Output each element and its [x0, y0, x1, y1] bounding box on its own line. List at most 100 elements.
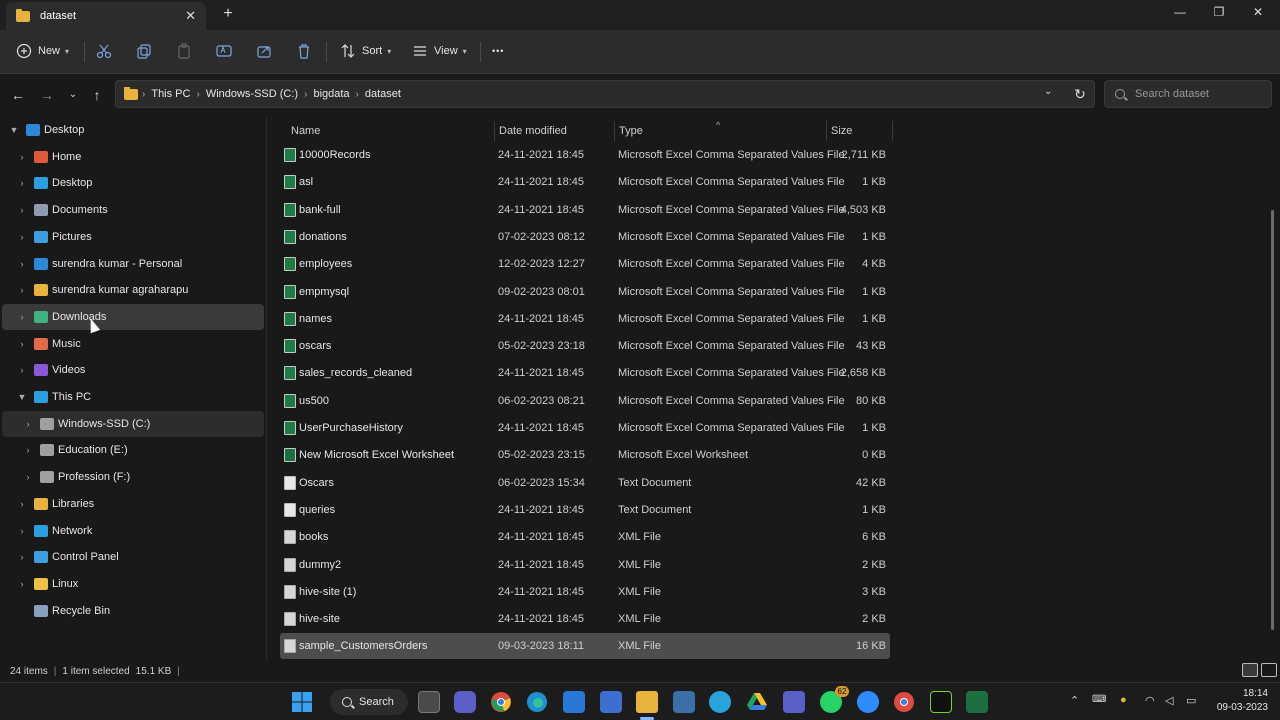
column-header-size[interactable]: Size	[831, 121, 852, 141]
recent-locations-icon[interactable]: ⌄	[64, 86, 82, 104]
battery-icon[interactable]: ▭	[1186, 694, 1196, 707]
rename-icon[interactable]	[215, 42, 233, 60]
chevron-up-icon[interactable]: ⌃	[1070, 694, 1079, 707]
search-input[interactable]	[1135, 88, 1265, 100]
chevron-right-icon[interactable]: ›	[16, 339, 28, 349]
column-divider[interactable]	[614, 121, 615, 141]
tab-close-icon[interactable]: ✕	[185, 8, 196, 24]
google-drive-icon[interactable]	[746, 691, 768, 713]
telegram-icon[interactable]	[709, 691, 731, 713]
file-row[interactable]: books 24-11-2021 18:45 XML File 6 KB	[280, 524, 890, 550]
column-divider[interactable]	[892, 121, 893, 141]
search-box[interactable]	[1104, 80, 1272, 108]
teams-icon[interactable]	[783, 691, 805, 713]
sidebar-item-network[interactable]: › Network	[2, 518, 264, 544]
windows-start-icon[interactable]	[291, 691, 313, 713]
column-divider[interactable]	[494, 121, 495, 141]
file-row[interactable]: UserPurchaseHistory 24-11-2021 18:45 Micro…	[280, 415, 890, 441]
chevron-right-icon[interactable]: ›	[22, 472, 34, 482]
chevron-right-icon[interactable]: ›	[16, 312, 28, 322]
share-icon[interactable]	[255, 42, 273, 60]
view-button[interactable]: View ▾	[412, 40, 467, 62]
breadcrumb-this-pc[interactable]: This PC	[151, 88, 190, 100]
column-header-name[interactable]: Name	[291, 121, 320, 141]
sidebar-item-documents[interactable]: › Documents	[2, 197, 264, 223]
chevron-right-icon[interactable]: ›	[22, 445, 34, 455]
file-row[interactable]: queries 24-11-2021 18:45 Text Document 1 KB	[280, 497, 890, 523]
wifi-icon[interactable]: ◠	[1145, 694, 1155, 707]
chevron-right-icon[interactable]: ›	[16, 285, 28, 295]
cut-icon[interactable]	[95, 42, 113, 60]
paste-icon[interactable]	[175, 42, 193, 60]
more-options-button[interactable]: •••	[492, 40, 504, 62]
tab-dataset[interactable]: dataset ✕	[6, 2, 206, 30]
sidebar-item-profession-f[interactable]: › Profession (F:)	[2, 464, 264, 490]
details-view-icon[interactable]	[1242, 663, 1258, 677]
file-row[interactable]: oscars 05-02-2023 23:18 Microsoft Excel Co…	[280, 333, 890, 359]
file-row[interactable]: 10000Records 24-11-2021 18:45 Microsoft Ex…	[280, 142, 890, 168]
minimize-button[interactable]: —	[1170, 5, 1190, 21]
task-view-icon[interactable]	[418, 691, 440, 713]
sidebar-item-music[interactable]: › Music	[2, 331, 264, 357]
file-row[interactable]: bank-full 24-11-2021 18:45 Microsoft Excel…	[280, 197, 890, 223]
file-row[interactable]: hive-site 24-11-2021 18:45 XML File 2 KB	[280, 606, 890, 632]
app-icon[interactable]	[673, 691, 695, 713]
teams-chat-icon[interactable]	[454, 691, 476, 713]
sidebar-item-linux[interactable]: › Linux	[2, 571, 264, 597]
chevron-right-icon[interactable]: ›	[16, 152, 28, 162]
address-bar[interactable]: › This PC › Windows-SSD (C:) › bigdata ›…	[115, 80, 1095, 108]
chevron-right-icon[interactable]: ›	[16, 499, 28, 509]
file-row[interactable]: sample_CustomersOrders 09-03-2023 18:11 XM…	[280, 633, 890, 660]
new-tab-button[interactable]: +	[220, 6, 236, 22]
breadcrumb-dataset[interactable]: dataset	[365, 88, 401, 100]
chevron-down-icon[interactable]: ▼	[16, 392, 28, 402]
refresh-icon[interactable]: ↻	[1072, 86, 1088, 102]
back-icon[interactable]: ←	[9, 86, 27, 104]
mail-icon[interactable]	[563, 691, 585, 713]
sidebar-item-windows-ssd-c[interactable]: › Windows-SSD (C:)	[2, 410, 264, 437]
file-row[interactable]: hive-site (1) 24-11-2021 18:45 XML File 3 K…	[280, 579, 890, 605]
column-header-type[interactable]: Type	[619, 121, 643, 141]
chevron-right-icon[interactable]: ›	[16, 205, 28, 215]
copy-icon[interactable]	[135, 42, 153, 60]
keyboard-icon[interactable]: ⌨	[1092, 694, 1106, 705]
pycharm-icon[interactable]	[930, 691, 952, 713]
file-row[interactable]: names 24-11-2021 18:45 Microsoft Excel Com…	[280, 306, 890, 332]
chevron-right-icon[interactable]: ›	[16, 526, 28, 536]
sidebar-item-pictures[interactable]: › Pictures	[2, 224, 264, 250]
file-row[interactable]: sales_records_cleaned 24-11-2021 18:45 Mic…	[280, 360, 890, 386]
file-row[interactable]: us500 06-02-2023 08:21 Microsoft Excel Com…	[280, 388, 890, 414]
file-row[interactable]: New Microsoft Excel Worksheet 05-02-2023 …	[280, 442, 890, 468]
chevron-right-icon[interactable]: ›	[16, 552, 28, 562]
new-button[interactable]: New ▾	[16, 40, 69, 62]
sidebar-item-desktop[interactable]: ▼ Desktop	[2, 117, 264, 143]
chevron-right-icon[interactable]: ›	[16, 579, 28, 589]
chevron-right-icon[interactable]: ›	[16, 259, 28, 269]
sidebar-item-recycle-bin[interactable]: Recycle Bin	[2, 598, 264, 624]
chevron-down-icon[interactable]: ▼	[8, 125, 20, 135]
chevron-right-icon[interactable]: ›	[16, 232, 28, 242]
file-row[interactable]: Oscars 06-02-2023 15:34 Text Document 42 KB	[280, 470, 890, 496]
address-history-chevron-icon[interactable]: ⌄	[1044, 86, 1052, 97]
store-icon[interactable]	[600, 691, 622, 713]
sidebar-item-home[interactable]: › Home	[2, 144, 264, 170]
sidebar-item-surendra-kumar-agraharapu[interactable]: › surendra kumar agraharapu	[2, 277, 264, 303]
file-row[interactable]: employees 12-02-2023 12:27 Microsoft Excel…	[280, 251, 890, 277]
chevron-right-icon[interactable]: ›	[22, 419, 34, 429]
breadcrumb-windows-ssd[interactable]: Windows-SSD (C:)	[206, 88, 298, 100]
file-row[interactable]: dummy2 24-11-2021 18:45 XML File 2 KB	[280, 552, 890, 578]
microphone-icon[interactable]: ●	[1120, 694, 1127, 706]
sort-button[interactable]: Sort ▾	[340, 40, 391, 62]
file-row[interactable]: empmysql 09-02-2023 08:01 Microsoft Excel …	[280, 279, 890, 305]
sidebar-item-libraries[interactable]: › Libraries	[2, 491, 264, 517]
taskbar-search-button[interactable]: Search	[330, 689, 408, 715]
sidebar-item-downloads[interactable]: › Downloads	[2, 303, 264, 330]
sidebar-item-videos[interactable]: › Videos	[2, 357, 264, 383]
sidebar-item-desktop[interactable]: › Desktop	[2, 170, 264, 196]
chevron-right-icon[interactable]: ›	[16, 365, 28, 375]
forward-icon[interactable]: →	[38, 86, 56, 104]
chevron-right-icon[interactable]: ›	[16, 178, 28, 188]
sidebar-item-this-pc[interactable]: ▼ This PC	[2, 384, 264, 410]
sidebar-item-education-e[interactable]: › Education (E:)	[2, 437, 264, 463]
volume-icon[interactable]: ◁	[1165, 694, 1173, 707]
